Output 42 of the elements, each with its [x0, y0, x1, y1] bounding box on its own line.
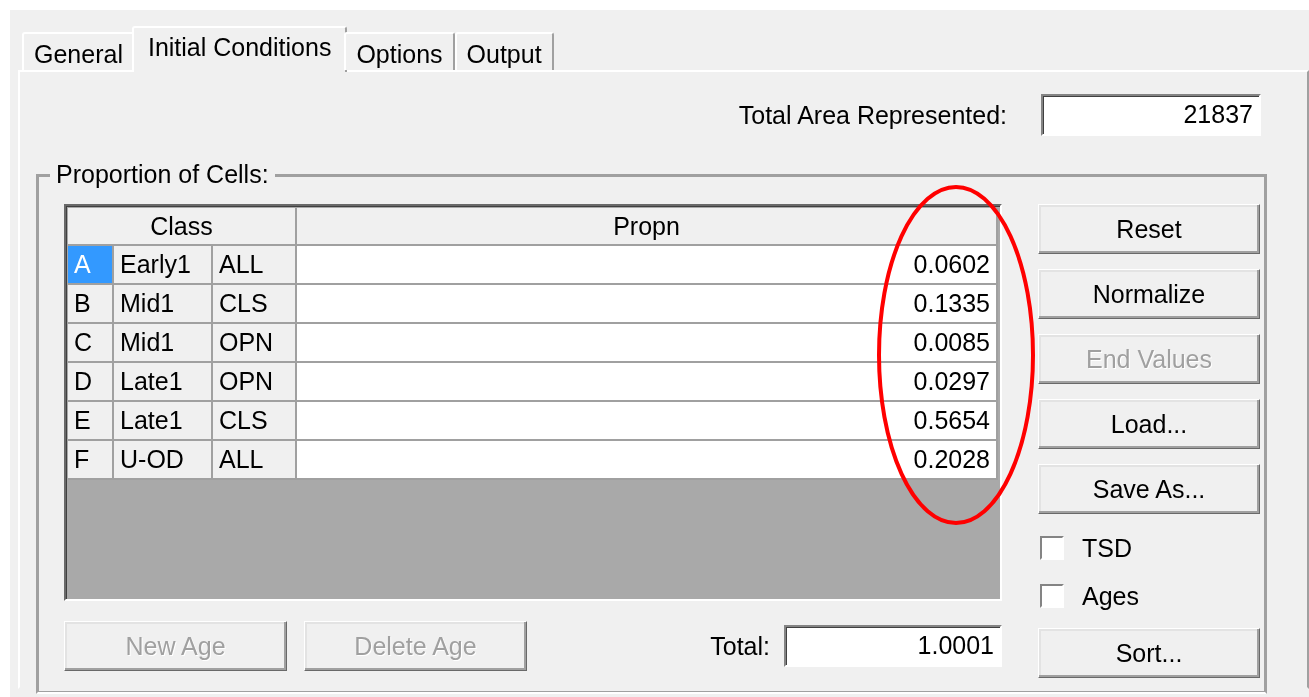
checkbox-label: Ages	[1082, 581, 1139, 611]
reset-button[interactable]: Reset	[1038, 204, 1260, 254]
table-cell: Late1	[114, 363, 213, 402]
table-cell: OPN	[213, 324, 297, 363]
normalize-button[interactable]: Normalize	[1038, 269, 1260, 319]
table-cell: ALL	[213, 441, 297, 480]
table-cell: U-OD	[114, 441, 213, 480]
table-cell[interactable]: 0.1335	[297, 285, 998, 324]
checkbox[interactable]	[1040, 536, 1064, 560]
table-cell[interactable]: 0.0085	[297, 324, 998, 363]
tab[interactable]: Initial Conditions	[131, 26, 348, 72]
row-header[interactable]: B	[68, 285, 114, 324]
table-cell[interactable]: 0.2028	[297, 441, 998, 480]
load-button[interactable]: Load...	[1038, 399, 1260, 449]
table-cell[interactable]: 0.0297	[297, 363, 998, 402]
total-area-field[interactable]: 21837	[1041, 94, 1261, 136]
table-cell: OPN	[213, 363, 297, 402]
column-header: Propn	[297, 208, 998, 246]
tab[interactable]: General	[22, 32, 135, 70]
row-header[interactable]: C	[68, 324, 114, 363]
column-header: Class	[68, 208, 297, 246]
checkbox-label: TSD	[1082, 533, 1132, 563]
tab[interactable]: Output	[454, 32, 554, 70]
total-label: Total:	[710, 631, 770, 661]
total-field[interactable]: 1.0001	[784, 625, 1002, 667]
tab[interactable]: Options	[344, 32, 455, 70]
table-cell: ALL	[213, 246, 297, 285]
table-cell: Early1	[114, 246, 213, 285]
row-header[interactable]: E	[68, 402, 114, 441]
row-header[interactable]: F	[68, 441, 114, 480]
row-header[interactable]: D	[68, 363, 114, 402]
table-cell: Mid1	[114, 285, 213, 324]
table-cell: CLS	[213, 285, 297, 324]
total-area-label: Total Area Represented:	[738, 100, 1007, 130]
save-as-button[interactable]: Save As...	[1038, 464, 1260, 514]
table-cell: Late1	[114, 402, 213, 441]
table-cell[interactable]: 0.0602	[297, 246, 998, 285]
table-cell: CLS	[213, 402, 297, 441]
table-cell[interactable]: 0.5654	[297, 402, 998, 441]
sort-button[interactable]: Sort...	[1038, 628, 1260, 678]
table-cell: Mid1	[114, 324, 213, 363]
checkbox[interactable]	[1040, 584, 1064, 608]
